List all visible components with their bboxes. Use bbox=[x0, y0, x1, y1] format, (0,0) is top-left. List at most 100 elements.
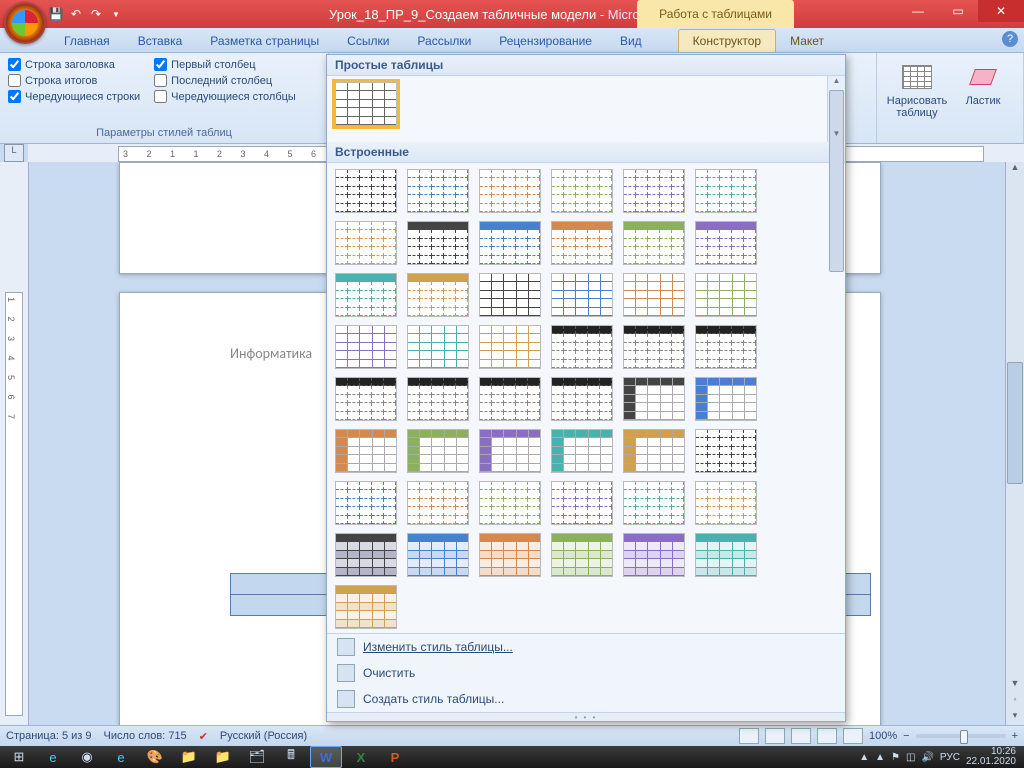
style-builtin-5-4[interactable] bbox=[551, 481, 613, 525]
scroll-down-icon[interactable]: ▼ bbox=[1006, 678, 1024, 694]
style-builtin-0-1[interactable] bbox=[407, 169, 469, 213]
taskbar-excel[interactable]: X bbox=[346, 747, 376, 767]
taskbar-calc[interactable]: 🖩 bbox=[276, 747, 306, 767]
gallery-scroll-down-icon[interactable]: ▼ bbox=[828, 129, 845, 142]
chk-banded-rows[interactable]: Чередующиеся строки bbox=[8, 89, 140, 104]
gallery-resize-grip[interactable]: • • • bbox=[327, 712, 845, 721]
tray-shield-icon[interactable]: ▲ bbox=[875, 752, 885, 763]
tab-home[interactable]: Главная bbox=[50, 30, 124, 52]
tray-up-icon[interactable]: ▲ bbox=[859, 752, 869, 763]
style-builtin-2-4[interactable] bbox=[335, 325, 397, 369]
style-builtin-4-5[interactable] bbox=[551, 429, 613, 473]
close-button[interactable]: ✕ bbox=[978, 0, 1024, 22]
style-builtin-1-3[interactable] bbox=[623, 221, 685, 265]
tray-clock[interactable]: 10:2622.01.2020 bbox=[966, 747, 1020, 767]
taskbar-folder2[interactable]: 📁 bbox=[208, 747, 238, 767]
zoom-level[interactable]: 100% bbox=[869, 730, 897, 742]
style-builtin-6-5[interactable] bbox=[695, 533, 757, 577]
view-web-layout[interactable] bbox=[791, 728, 811, 744]
taskbar-word[interactable]: W bbox=[310, 746, 342, 768]
style-builtin-0-0[interactable] bbox=[335, 169, 397, 213]
tab-layout[interactable]: Макет bbox=[776, 30, 838, 52]
zoom-in-icon[interactable]: + bbox=[1012, 730, 1018, 742]
status-language[interactable]: Русский (Россия) bbox=[220, 730, 307, 742]
vertical-scrollbar[interactable]: ▲ ▼ ◦ ▾ bbox=[1005, 162, 1024, 726]
style-builtin-5-6[interactable] bbox=[695, 481, 757, 525]
qat-more-icon[interactable]: ▼ bbox=[108, 6, 124, 22]
style-builtin-0-4[interactable] bbox=[623, 169, 685, 213]
tray-volume-icon[interactable]: 🔊 bbox=[921, 752, 933, 763]
style-builtin-4-1[interactable] bbox=[695, 377, 757, 421]
style-builtin-6-0[interactable] bbox=[335, 533, 397, 577]
gallery-scrollbar[interactable]: ▲ ▼ bbox=[827, 76, 845, 142]
tab-insert[interactable]: Вставка bbox=[124, 30, 197, 52]
help-icon[interactable]: ? bbox=[1002, 31, 1018, 47]
style-builtin-1-6[interactable] bbox=[407, 273, 469, 317]
style-builtin-1-4[interactable] bbox=[695, 221, 757, 265]
menu-new-style[interactable]: Создать стиль таблицы... bbox=[327, 686, 845, 712]
chk-total-row[interactable]: Строка итогов bbox=[8, 73, 140, 88]
style-builtin-3-5[interactable] bbox=[479, 377, 541, 421]
style-builtin-5-2[interactable] bbox=[407, 481, 469, 525]
tab-page-layout[interactable]: Разметка страницы bbox=[196, 30, 333, 52]
tab-design[interactable]: Конструктор bbox=[678, 29, 776, 52]
style-builtin-6-3[interactable] bbox=[551, 533, 613, 577]
taskbar-folder1[interactable]: 📁 bbox=[174, 747, 204, 767]
taskbar-explorer[interactable]: 🗂 bbox=[242, 747, 272, 767]
style-builtin-0-6[interactable] bbox=[335, 221, 397, 265]
minimize-button[interactable]: — bbox=[898, 0, 938, 22]
view-draft[interactable] bbox=[843, 728, 863, 744]
status-word-count[interactable]: Число слов: 715 bbox=[104, 730, 187, 742]
save-icon[interactable]: 💾 bbox=[48, 6, 64, 22]
view-outline[interactable] bbox=[817, 728, 837, 744]
style-builtin-1-2[interactable] bbox=[551, 221, 613, 265]
style-builtin-4-6[interactable] bbox=[623, 429, 685, 473]
style-builtin-3-2[interactable] bbox=[695, 325, 757, 369]
style-builtin-0-5[interactable] bbox=[695, 169, 757, 213]
style-builtin-3-6[interactable] bbox=[551, 377, 613, 421]
style-builtin-2-5[interactable] bbox=[407, 325, 469, 369]
ruler-corner[interactable]: L bbox=[4, 144, 24, 162]
chk-banded-columns[interactable]: Чередующиеся столбцы bbox=[154, 89, 296, 104]
style-plain-1[interactable] bbox=[335, 82, 397, 126]
style-builtin-6-1[interactable] bbox=[407, 533, 469, 577]
tray-flag-icon[interactable]: ⚑ bbox=[891, 752, 900, 763]
eraser-button[interactable]: Ластик bbox=[951, 59, 1015, 109]
redo-icon[interactable]: ↷ bbox=[88, 6, 104, 22]
zoom-out-icon[interactable]: − bbox=[903, 730, 909, 742]
style-builtin-4-3[interactable] bbox=[407, 429, 469, 473]
style-builtin-6-6[interactable] bbox=[335, 585, 397, 629]
style-builtin-2-3[interactable] bbox=[695, 273, 757, 317]
style-builtin-5-3[interactable] bbox=[479, 481, 541, 525]
chk-last-column[interactable]: Последний столбец bbox=[154, 73, 296, 88]
chk-first-column[interactable]: Первый столбец bbox=[154, 57, 296, 72]
scroll-up-icon[interactable]: ▲ bbox=[1006, 162, 1024, 178]
scroll-thumb[interactable] bbox=[1007, 362, 1023, 484]
taskbar-ie[interactable]: e bbox=[38, 747, 68, 767]
chk-header-row[interactable]: Строка заголовка bbox=[8, 57, 140, 72]
office-button[interactable] bbox=[4, 2, 46, 44]
style-builtin-5-1[interactable] bbox=[335, 481, 397, 525]
undo-icon[interactable]: ↶ bbox=[68, 6, 84, 22]
prev-page-icon[interactable]: ◦ bbox=[1006, 694, 1024, 710]
tab-review[interactable]: Рецензирование bbox=[485, 30, 606, 52]
style-builtin-1-5[interactable] bbox=[335, 273, 397, 317]
style-builtin-4-0[interactable] bbox=[623, 377, 685, 421]
status-page[interactable]: Страница: 5 из 9 bbox=[6, 730, 92, 742]
menu-clear[interactable]: Очистить bbox=[327, 660, 845, 686]
draw-table-button[interactable]: Нарисовать таблицу bbox=[885, 59, 949, 121]
zoom-slider[interactable] bbox=[916, 734, 1006, 738]
style-builtin-5-0[interactable] bbox=[695, 429, 757, 473]
next-page-icon[interactable]: ▾ bbox=[1006, 710, 1024, 726]
taskbar-paint[interactable]: 🎨 bbox=[140, 747, 170, 767]
style-builtin-2-2[interactable] bbox=[623, 273, 685, 317]
gallery-scroll-up-icon[interactable]: ▲ bbox=[828, 76, 845, 89]
view-print-layout[interactable] bbox=[739, 728, 759, 744]
start-button[interactable]: ⊞ bbox=[4, 747, 34, 767]
status-proofing[interactable]: ✔ bbox=[199, 730, 208, 743]
tray-lang[interactable]: РУС bbox=[940, 752, 960, 763]
tab-references[interactable]: Ссылки bbox=[333, 30, 403, 52]
style-builtin-4-2[interactable] bbox=[335, 429, 397, 473]
style-builtin-3-3[interactable] bbox=[335, 377, 397, 421]
style-builtin-2-1[interactable] bbox=[551, 273, 613, 317]
